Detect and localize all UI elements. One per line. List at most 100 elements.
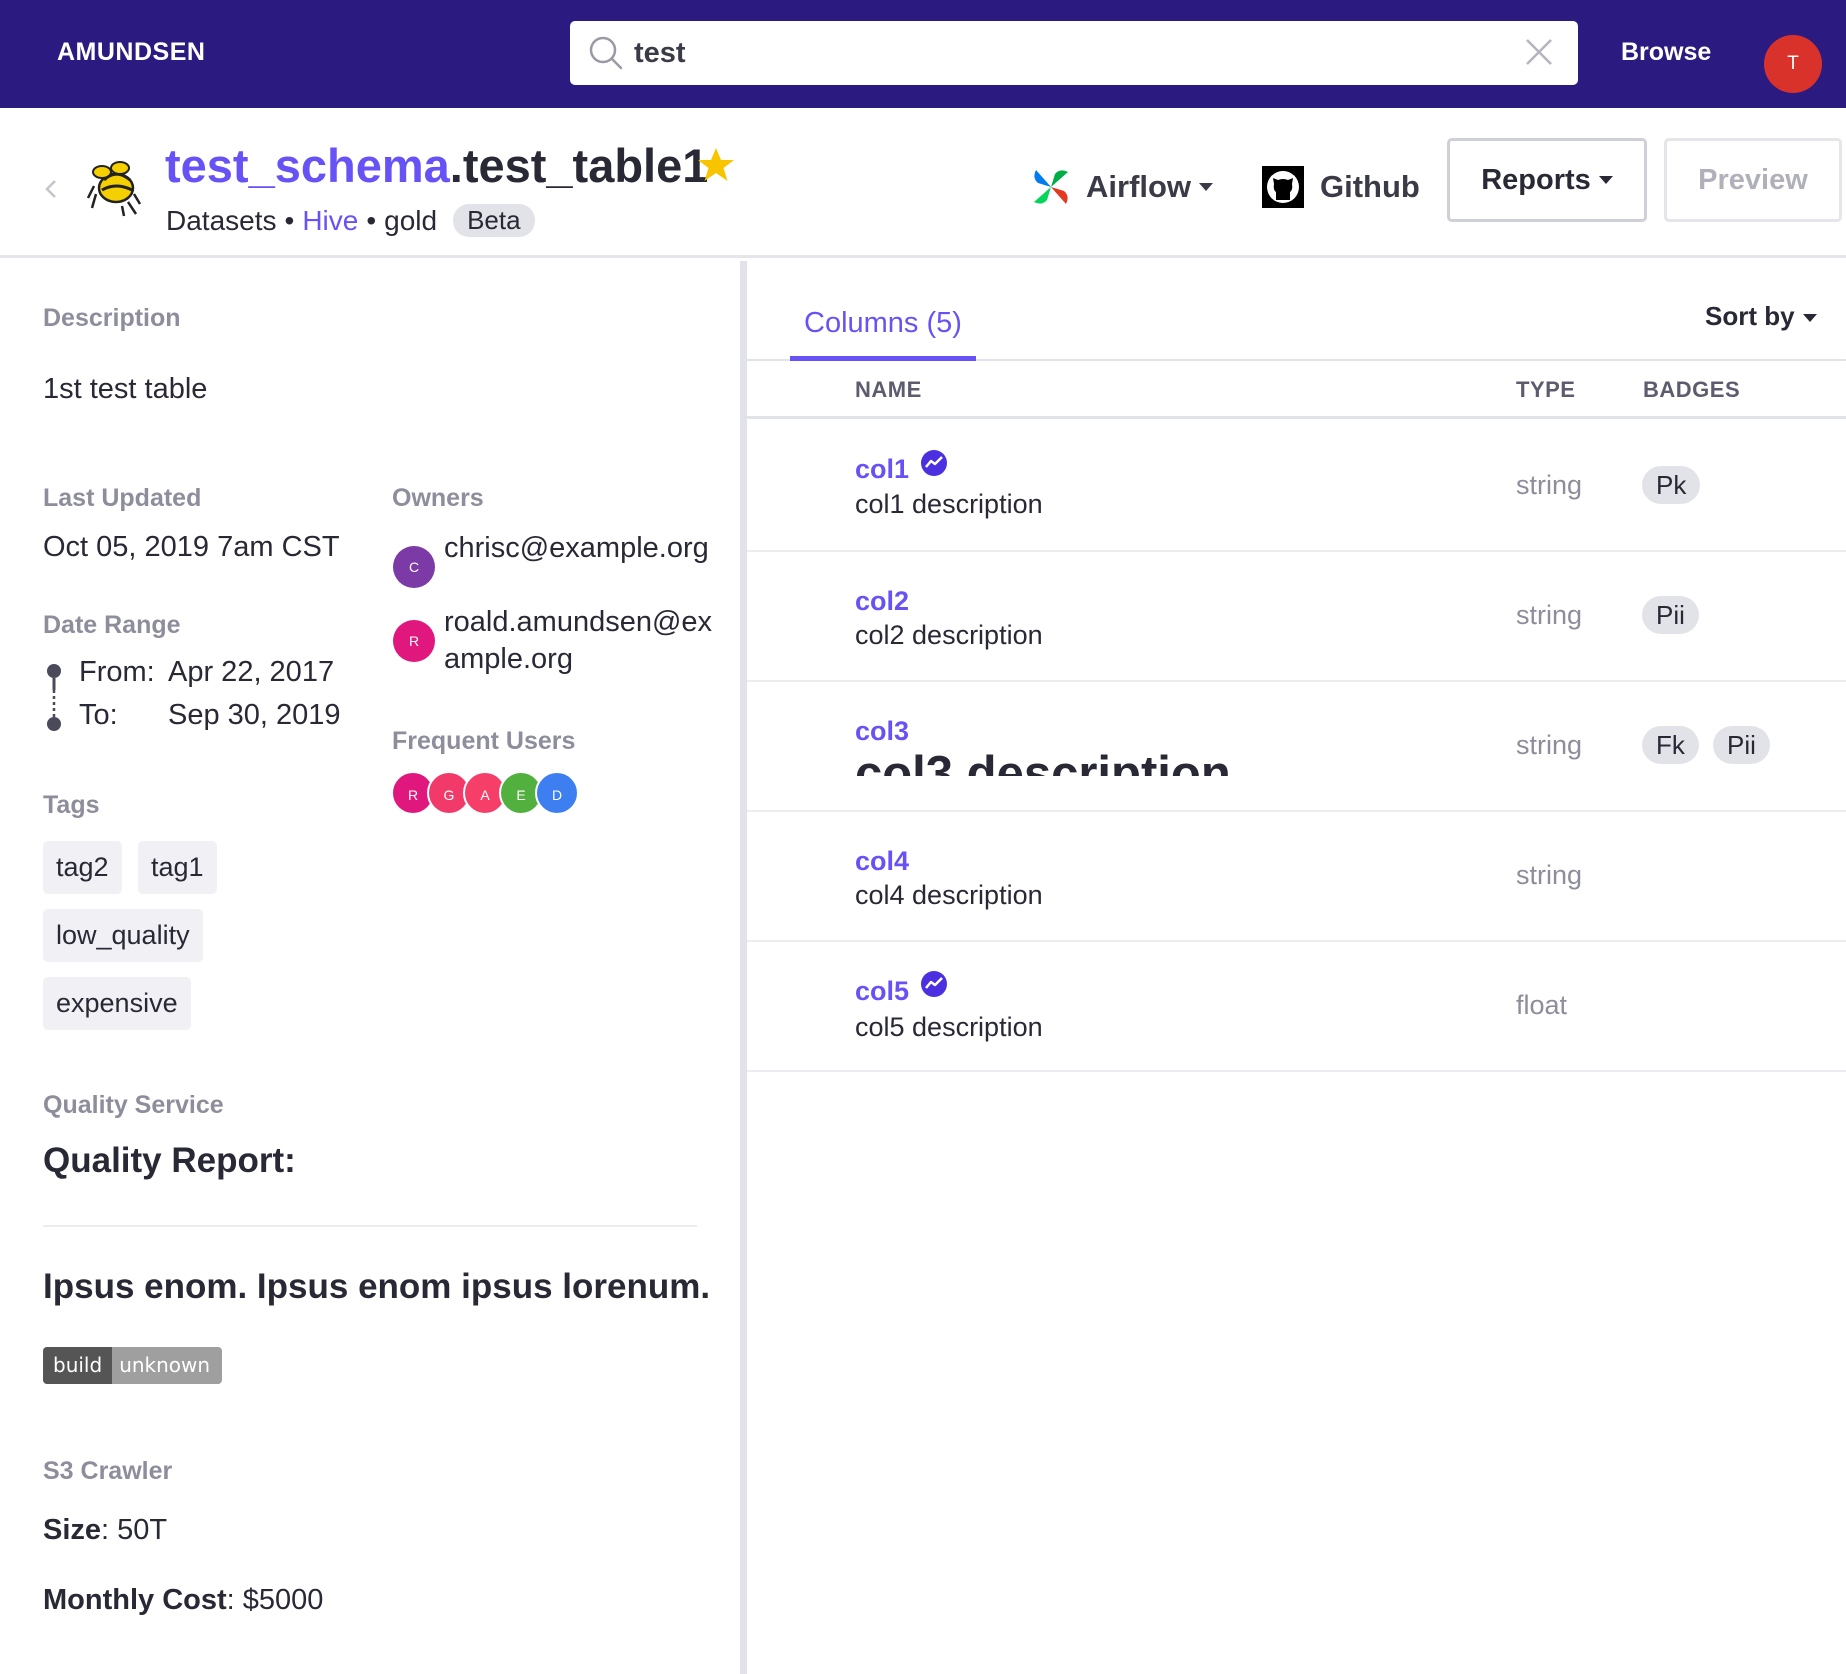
table-row[interactable]: col4 col4 description string bbox=[747, 812, 1846, 942]
source-link[interactable]: Hive bbox=[302, 205, 358, 237]
tab-bar: Columns (5) Sort by bbox=[747, 261, 1846, 361]
column-description: col4 description bbox=[855, 880, 1043, 910]
beta-badge: Beta bbox=[453, 204, 535, 237]
column-name[interactable]: col5 bbox=[855, 976, 909, 1007]
tag-chip[interactable]: tag2 bbox=[43, 841, 122, 894]
column-type: string bbox=[1516, 470, 1583, 500]
date-range-to: To: Sep 30, 2019 bbox=[79, 699, 341, 732]
column-name[interactable]: col4 bbox=[855, 846, 909, 877]
datasets-label: Datasets bbox=[166, 204, 277, 236]
separator-dot: • bbox=[366, 204, 377, 236]
schema-link[interactable]: test_schema bbox=[165, 139, 450, 192]
quality-report-heading: Quality Report: bbox=[43, 1141, 296, 1180]
top-navbar: AMUNDSEN Browse T bbox=[0, 0, 1846, 108]
size-value: : 50T bbox=[101, 1514, 168, 1546]
breadcrumb: Datasets • Hive • gold Beta bbox=[166, 204, 535, 237]
cluster-label: gold bbox=[384, 204, 438, 236]
column-stats-icon[interactable] bbox=[920, 449, 948, 477]
header-name: NAME bbox=[855, 377, 922, 402]
date-range-icon bbox=[47, 664, 61, 731]
owner-email[interactable]: chrisc@example.org bbox=[444, 530, 713, 588]
columns-panel: Columns (5) Sort by NAME TYPE BADGES col… bbox=[747, 261, 1846, 1674]
description-text[interactable]: 1st test table bbox=[43, 373, 207, 406]
caret-down-icon bbox=[1199, 183, 1214, 191]
owner-avatar: R bbox=[393, 620, 435, 662]
from-label: From: bbox=[79, 656, 155, 688]
from-value: Apr 22, 2017 bbox=[168, 656, 335, 688]
quality-divider bbox=[43, 1225, 697, 1227]
table-row[interactable]: col3 col3 description string Fk Pii bbox=[747, 682, 1846, 812]
airflow-icon bbox=[1034, 170, 1068, 204]
build-status-shield: build unknown bbox=[43, 1347, 223, 1384]
quality-service-title: Quality Service bbox=[43, 1091, 224, 1119]
github-link[interactable]: Github bbox=[1262, 166, 1420, 208]
header-badges: BADGES bbox=[1643, 377, 1741, 402]
browse-link[interactable]: Browse bbox=[1621, 38, 1711, 67]
caret-down-icon bbox=[1802, 314, 1817, 323]
s3-monthly-cost: Monthly Cost: $5000 bbox=[43, 1584, 323, 1617]
preview-button[interactable]: Preview bbox=[1664, 138, 1842, 222]
to-value: Sep 30, 2019 bbox=[168, 699, 341, 731]
column-stats-icon[interactable] bbox=[920, 970, 948, 998]
column-description: col2 description bbox=[855, 620, 1043, 650]
column-type: float bbox=[1516, 990, 1568, 1020]
column-type: string bbox=[1516, 860, 1583, 890]
airflow-dropdown[interactable]: Airflow bbox=[1030, 166, 1214, 208]
owner-item: R roald.amundsen@example.org bbox=[393, 604, 713, 678]
back-chevron-icon[interactable] bbox=[40, 176, 62, 202]
tag-chip[interactable]: expensive bbox=[43, 977, 191, 1030]
size-label: Size bbox=[43, 1514, 102, 1546]
bookmark-star-icon[interactable] bbox=[696, 146, 736, 184]
amundsen-logo[interactable]: AMUNDSEN bbox=[57, 38, 205, 67]
table-row[interactable]: col1 col1 description string Pk bbox=[747, 422, 1846, 552]
date-range-title: Date Range bbox=[43, 611, 181, 639]
search-icon bbox=[589, 36, 623, 70]
sort-by-label: Sort by bbox=[1705, 301, 1795, 331]
frequent-users-list: R G A E D bbox=[391, 771, 591, 815]
reports-label: Reports bbox=[1481, 163, 1591, 196]
owner-email[interactable]: roald.amundsen@example.org bbox=[444, 604, 713, 678]
column-name[interactable]: col1 bbox=[855, 454, 909, 485]
table-row[interactable]: col5 col5 description float bbox=[747, 942, 1846, 1072]
search-bar[interactable] bbox=[570, 21, 1578, 85]
column-badge: Pii bbox=[1642, 596, 1699, 634]
column-badge: Fk bbox=[1642, 726, 1699, 764]
github-label: Github bbox=[1320, 169, 1420, 204]
owner-item: C chrisc@example.org bbox=[393, 530, 713, 588]
tag-chip[interactable]: tag1 bbox=[138, 841, 217, 894]
caret-down-icon bbox=[1598, 176, 1613, 184]
date-range-from: From: Apr 22, 2017 bbox=[79, 656, 334, 689]
last-updated-title: Last Updated bbox=[43, 484, 202, 512]
column-type: string bbox=[1516, 730, 1583, 760]
table-details-panel: Description 1st test table Last Updated … bbox=[0, 261, 740, 1674]
s3-size: Size: 50T bbox=[43, 1514, 167, 1547]
column-type: string bbox=[1516, 600, 1583, 630]
column-badge: Pii bbox=[1713, 726, 1770, 764]
sort-by-dropdown[interactable]: Sort by bbox=[1705, 301, 1817, 332]
owner-avatar: C bbox=[393, 546, 435, 588]
owners-title: Owners bbox=[392, 484, 484, 512]
column-name[interactable]: col2 bbox=[855, 586, 909, 617]
monthly-cost-value: : $5000 bbox=[226, 1584, 324, 1616]
panel-divider[interactable] bbox=[740, 261, 747, 1674]
column-description: col1 description bbox=[855, 489, 1043, 519]
clear-search-icon[interactable] bbox=[1522, 35, 1556, 69]
user-avatar[interactable]: T bbox=[1764, 35, 1822, 93]
frequent-users-title: Frequent Users bbox=[392, 727, 576, 755]
reports-dropdown-button[interactable]: Reports bbox=[1447, 138, 1647, 222]
separator-dot: • bbox=[284, 204, 295, 236]
tag-chip[interactable]: low_quality bbox=[43, 909, 203, 962]
table-row[interactable]: col2 col2 description string Pii bbox=[747, 552, 1846, 682]
column-description: col5 description bbox=[855, 1012, 1043, 1042]
last-updated-value: Oct 05, 2019 7am CST bbox=[43, 531, 340, 563]
shield-label: build bbox=[43, 1347, 113, 1384]
search-input[interactable] bbox=[634, 21, 1494, 85]
table-name: .test_table1 bbox=[449, 139, 709, 192]
frequent-user-avatar[interactable]: D bbox=[535, 771, 579, 815]
column-badge: Pk bbox=[1642, 466, 1701, 504]
table-header: test_schema.test_table1 Datasets • Hive … bbox=[0, 108, 1846, 258]
columns-table-header: NAME TYPE BADGES bbox=[747, 361, 1846, 419]
tab-columns[interactable]: Columns (5) bbox=[790, 307, 976, 361]
monthly-cost-label: Monthly Cost bbox=[43, 1584, 227, 1616]
github-icon bbox=[1262, 166, 1304, 208]
